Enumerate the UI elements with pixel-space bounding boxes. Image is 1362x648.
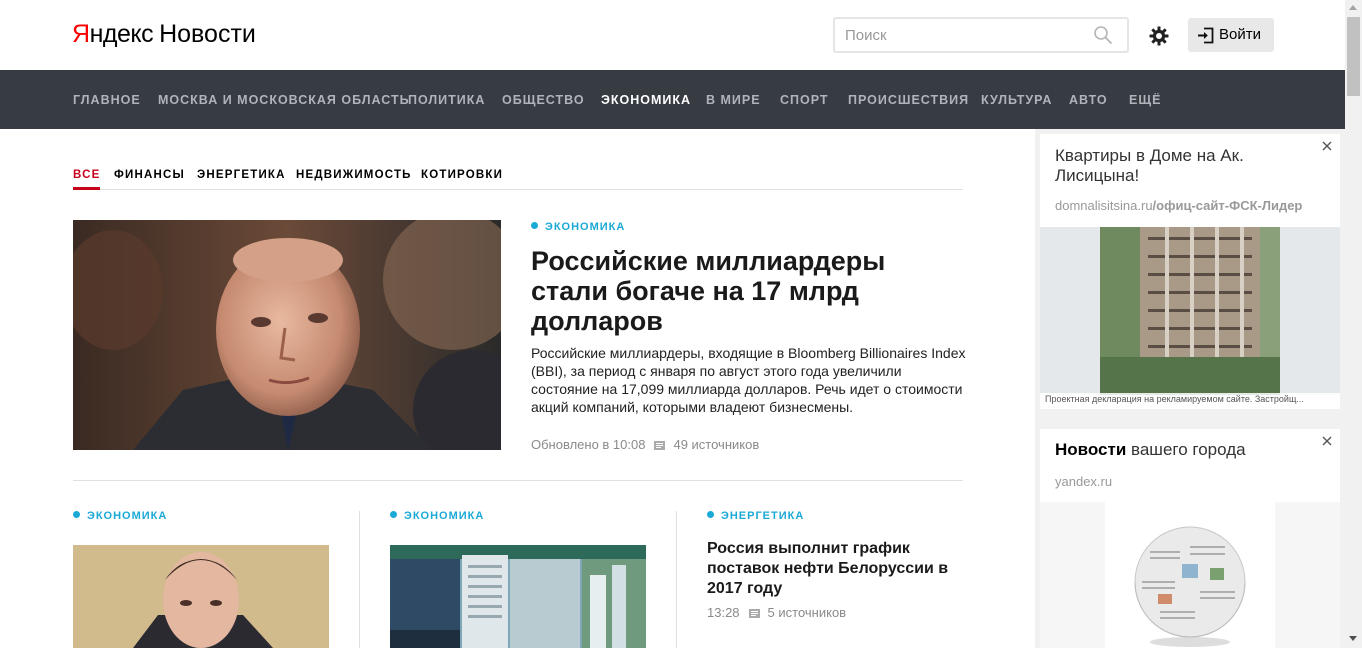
ad-block-apartments[interactable]: Квартиры в Доме на Ак. Лисицына! domnali… xyxy=(1040,134,1340,409)
rubric-dot-icon xyxy=(707,511,714,518)
tab-quotes[interactable]: КОТИРОВКИ xyxy=(421,168,503,182)
tab-finance[interactable]: ФИНАНСЫ xyxy=(114,168,185,182)
card-1-photo[interactable] xyxy=(73,545,329,648)
nav-item-world[interactable]: В МИРЕ xyxy=(706,92,761,108)
ad-domain[interactable]: yandex.ru xyxy=(1055,474,1112,490)
yandex-news-logo[interactable]: Яндекс Новости xyxy=(72,19,256,49)
column-separator xyxy=(359,511,360,648)
nav-item-sport[interactable]: СПОРТ xyxy=(780,92,829,108)
close-icon[interactable] xyxy=(1321,435,1333,447)
divider xyxy=(73,480,963,481)
gear-icon[interactable] xyxy=(1149,26,1169,46)
main-story-rubric[interactable]: ЭКОНОМИКА xyxy=(531,220,625,234)
close-icon[interactable] xyxy=(1321,140,1333,152)
page-scrollbar[interactable] xyxy=(1345,0,1362,648)
main-story-photo[interactable] xyxy=(73,220,501,450)
scroll-up-arrow-icon[interactable] xyxy=(1349,5,1357,10)
search-icon[interactable] xyxy=(1093,25,1113,45)
tab-all[interactable]: ВСЕ xyxy=(73,168,101,190)
card-3-meta: 13:28 5 источников xyxy=(707,605,847,620)
nav-item-culture[interactable]: КУЛЬТУРА xyxy=(981,92,1052,108)
scrollbar-thumb[interactable] xyxy=(1347,17,1360,96)
subrubric-tabs: ВСЕ ФИНАНСЫ ЭНЕРГЕТИКА НЕДВИЖИМОСТЬ КОТИ… xyxy=(73,168,963,190)
search-input[interactable] xyxy=(845,19,1095,51)
nav-item-main[interactable]: ГЛАВНОЕ xyxy=(73,92,141,108)
rubric-dot-icon xyxy=(73,511,80,518)
card-3-title[interactable]: Россия выполнит график поставок нефти Бе… xyxy=(707,539,957,599)
ad-title[interactable]: Квартиры в Доме на Ак. Лисицына! xyxy=(1055,146,1305,186)
column-separator xyxy=(676,511,677,648)
rubric-dot-icon xyxy=(390,511,397,518)
scroll-down-arrow-icon[interactable] xyxy=(1349,636,1357,641)
card-3-rubric[interactable]: ЭНЕРГЕТИКА xyxy=(707,509,804,523)
card-1-rubric[interactable]: ЭКОНОМИКА xyxy=(73,509,167,523)
card-2-rubric[interactable]: ЭКОНОМИКА xyxy=(390,509,484,523)
ad-image-newspaper-globe[interactable] xyxy=(1040,502,1340,648)
tab-real-estate[interactable]: НЕДВИЖИМОСТЬ xyxy=(296,168,412,182)
main-story-title[interactable]: Российские миллиардеры стали богаче на 1… xyxy=(531,246,951,336)
rubric-dot-icon xyxy=(531,222,538,229)
main-story-sources-link[interactable]: 49 источников xyxy=(673,437,759,452)
login-button[interactable]: Войти xyxy=(1188,18,1274,52)
ad-image[interactable] xyxy=(1040,227,1340,395)
sources-icon xyxy=(748,609,760,618)
tab-energy[interactable]: ЭНЕРГЕТИКА xyxy=(197,168,286,182)
nav-item-economy[interactable]: ЭКОНОМИКА xyxy=(601,92,691,108)
nav-item-society[interactable]: ОБЩЕСТВО xyxy=(502,92,585,108)
card-2-photo[interactable] xyxy=(390,545,646,648)
header: ЯндексНовости Войти xyxy=(0,0,1345,70)
rubric-nav: ГЛАВНОЕ МОСКВА И МОСКОВСКАЯ ОБЛАСТЬ ПОЛИ… xyxy=(0,70,1345,129)
nav-item-moscow[interactable]: МОСКВА И МОСКОВСКАЯ ОБЛАСТЬ xyxy=(158,92,410,108)
sources-icon xyxy=(654,441,666,450)
ad-title[interactable]: Новости вашего города xyxy=(1055,440,1246,460)
nav-item-incidents[interactable]: ПРОИСШЕСТВИЯ xyxy=(848,92,969,108)
main-story-meta: Обновлено в 10:08 49 источников xyxy=(531,437,760,452)
nav-item-auto[interactable]: АВТО xyxy=(1069,92,1108,108)
nav-item-politics[interactable]: ПОЛИТИКА xyxy=(408,92,485,108)
ad-disclaimer: Проектная декларация на рекламируемом са… xyxy=(1040,393,1340,409)
main-story-annotation: Российские миллиардеры, входящие в Bloom… xyxy=(531,345,966,415)
ad-domain[interactable]: domnalisitsina.ru/офиц-сайт-ФСК-Лидер xyxy=(1055,198,1302,214)
nav-item-more[interactable]: ЕЩЁ xyxy=(1129,92,1161,108)
card-3-sources-link[interactable]: 5 источников xyxy=(768,605,847,620)
search-box xyxy=(833,17,1129,53)
ad-block-city-news[interactable]: Новости вашего города yandex.ru xyxy=(1040,429,1340,648)
login-icon xyxy=(1198,27,1214,44)
